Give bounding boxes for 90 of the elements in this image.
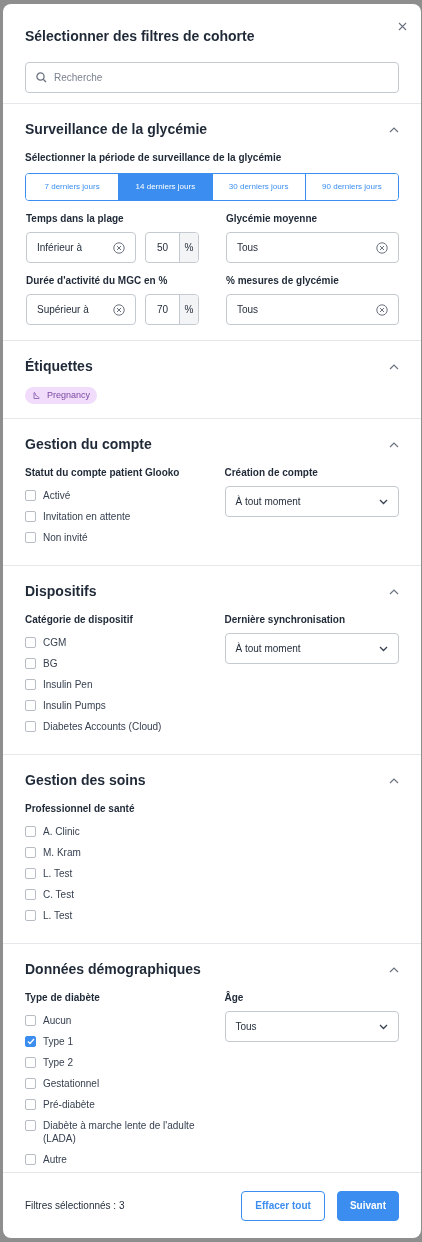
clear-icon[interactable] [113, 241, 125, 254]
close-icon[interactable] [398, 22, 407, 31]
checkbox-label: Diabetes Accounts (Cloud) [43, 720, 162, 733]
checkbox-label: A. Clinic [43, 825, 80, 838]
select-field[interactable]: Tous [226, 294, 399, 325]
select-field[interactable]: Tous [226, 232, 399, 263]
selected-count: Filtres sélectionnés : 3 [25, 1199, 125, 1213]
period-tab[interactable]: 90 derniers jours [304, 174, 398, 200]
checkbox-label: Invitation en attente [43, 510, 131, 523]
checkbox[interactable] [25, 826, 36, 837]
dropdown[interactable]: Tous [224, 1011, 399, 1042]
chevron-up-icon[interactable] [389, 441, 399, 448]
checkbox[interactable] [25, 1120, 36, 1131]
clear-icon[interactable] [113, 303, 125, 316]
condition-select[interactable]: Supérieur à [26, 294, 136, 325]
checkbox-label: Activé [43, 489, 71, 502]
value-field[interactable]: 50 % [145, 232, 199, 263]
checkbox[interactable] [25, 658, 36, 669]
checkbox[interactable] [25, 847, 36, 858]
field-label: Sélectionner la période de surveillance de la glycémie [25, 151, 283, 165]
checkbox[interactable] [25, 511, 36, 522]
checkbox[interactable] [25, 889, 36, 900]
field-label: Temps dans la plage [26, 212, 125, 226]
clear-icon[interactable] [376, 241, 388, 254]
checkbox-label: Type 1 [43, 1035, 74, 1048]
checkbox[interactable] [25, 1078, 36, 1089]
chevron-down-icon [379, 1023, 388, 1030]
checkbox[interactable] [25, 637, 36, 648]
section-title: Surveillance de la glycémie [25, 121, 208, 138]
field-label: Durée d'activité du MGC en % [26, 274, 169, 288]
checkbox[interactable] [25, 532, 36, 543]
checkbox[interactable] [25, 1036, 36, 1047]
section-title: Dispositifs [25, 583, 97, 600]
field-label: % mesures de glycémie [226, 274, 340, 288]
dropdown[interactable]: À tout moment [224, 486, 399, 517]
value-field[interactable]: 70 % [145, 294, 199, 325]
checkbox[interactable] [25, 1154, 36, 1165]
chevron-up-icon[interactable] [389, 777, 399, 784]
field-label: Type de diabète [25, 991, 101, 1005]
tag-chip[interactable]: Pregnancy [25, 387, 98, 404]
checkbox[interactable] [25, 1099, 36, 1110]
checkbox-label: Diabète à marche lente de l'adulte (LADA) [43, 1119, 196, 1145]
chevron-up-icon[interactable] [389, 126, 399, 133]
search-field[interactable]: Recherche [25, 62, 399, 93]
section-title: Gestion des soins [25, 772, 146, 789]
chevron-down-icon [379, 645, 388, 652]
dropdown[interactable]: À tout moment [224, 633, 399, 664]
checkbox-label: Insulin Pen [43, 678, 93, 691]
checkbox-label: C. Test [43, 888, 74, 901]
checkbox-label: L. Test [43, 867, 73, 880]
checkbox-label: BG [43, 657, 58, 670]
dialog-title: Sélectionner des filtres de cohorte [25, 27, 256, 46]
chevron-down-icon [379, 498, 388, 505]
checkbox-label: Pré-diabète [43, 1098, 95, 1111]
unit-suffix: % [179, 295, 198, 324]
checkbox[interactable] [25, 910, 36, 921]
checkbox-label: Aucun [43, 1014, 72, 1027]
checkbox-label: Autre [43, 1153, 67, 1166]
unit-suffix: % [179, 233, 198, 262]
check-icon [26, 1038, 35, 1045]
field-label: Catégorie de dispositif [25, 613, 134, 627]
section-title: Données démographiques [25, 961, 201, 978]
chevron-up-icon[interactable] [389, 588, 399, 595]
checkbox[interactable] [25, 868, 36, 879]
field-label: Âge [224, 990, 245, 1005]
condition-select[interactable]: Inférieur à [26, 232, 136, 263]
chevron-up-icon[interactable] [389, 966, 399, 973]
checkbox-label: CGM [43, 636, 67, 649]
search-icon [36, 72, 47, 83]
field-label: Création de compte [224, 466, 319, 480]
section-title: Étiquettes [25, 358, 93, 375]
field-label: Professionnel de santé [25, 802, 136, 816]
field-label: Glycémie moyenne [226, 212, 319, 226]
checkbox-label: Insulin Pumps [43, 699, 106, 712]
checkbox-label: L. Test [43, 909, 73, 922]
checkbox-label: Non invité [43, 531, 88, 544]
field-label: Dernière synchronisation [224, 613, 347, 627]
checkbox-label: Gestationnel [43, 1077, 100, 1090]
clear-icon[interactable] [376, 303, 388, 316]
chevron-up-icon[interactable] [389, 363, 399, 370]
checkbox-label: M. Kram [43, 846, 81, 859]
checkbox[interactable] [25, 490, 36, 501]
checkbox-label: Type 2 [43, 1056, 74, 1069]
checkbox[interactable] [25, 721, 36, 732]
section-title: Gestion du compte [25, 436, 152, 453]
checkbox[interactable] [25, 679, 36, 690]
checkbox[interactable] [25, 1015, 36, 1026]
field-label: Statut du compte patient Glooko [25, 466, 181, 480]
checkbox[interactable] [25, 700, 36, 711]
checkbox[interactable] [25, 1057, 36, 1068]
